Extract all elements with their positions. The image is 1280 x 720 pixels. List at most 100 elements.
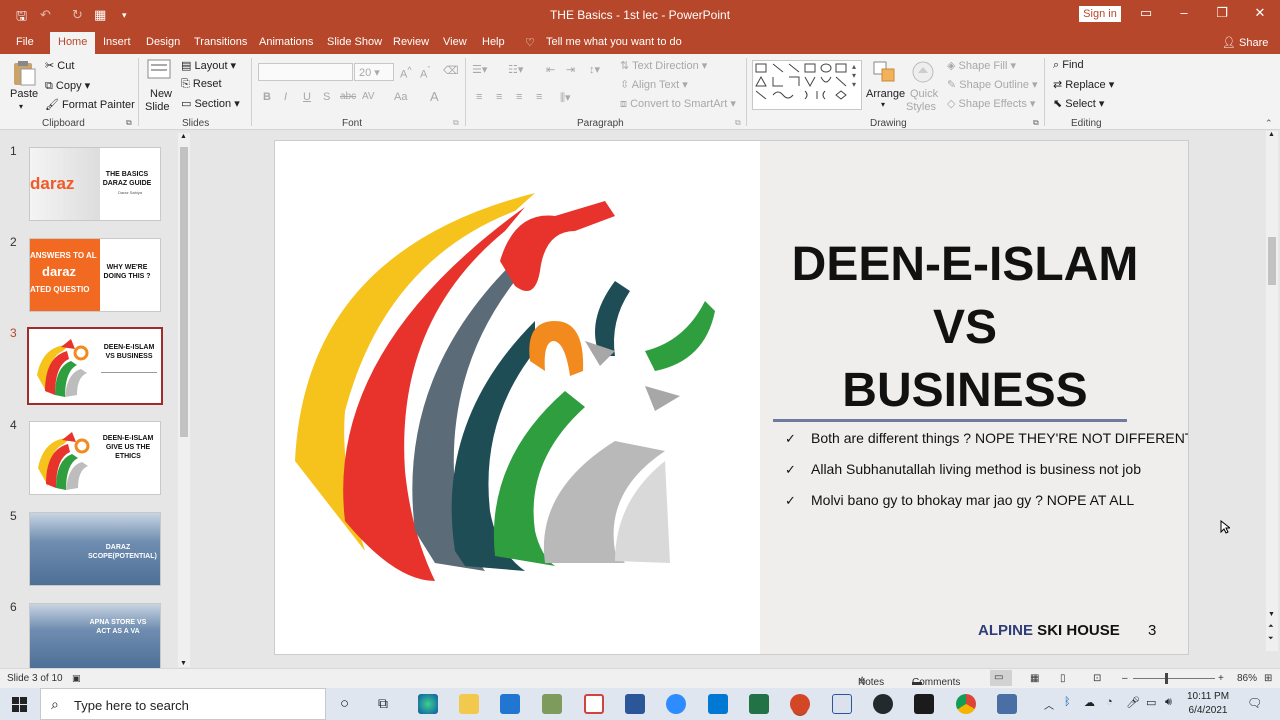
new-slide-icon[interactable] [147, 58, 173, 84]
fit-slide-icon[interactable]: ⊞ [1264, 673, 1272, 684]
arrange-button[interactable]: Arrange [866, 88, 905, 100]
notifications-icon[interactable]: 🗨︎ [1247, 696, 1262, 710]
scroll-up-icon[interactable]: ▲ [1268, 131, 1275, 138]
dialog-launcher-icon[interactable]: ⧉ [453, 118, 459, 128]
previous-slide-icon[interactable]: ⏶ [1268, 623, 1274, 631]
slide-thumbnail-4[interactable]: DEEN-E-ISLAM GIVE US THE ETHICS [29, 421, 161, 495]
taskbar-search-box[interactable]: ⌕ Type here to search [40, 688, 326, 720]
tab-transitions[interactable]: Transitions [194, 36, 247, 48]
scroll-down-icon[interactable]: ▼ [180, 660, 187, 667]
zoom-icon[interactable] [666, 694, 686, 714]
word-doc-icon[interactable] [832, 694, 852, 714]
zoom-in-icon[interactable]: + [1218, 673, 1224, 684]
tell-me-search[interactable]: Tell me what you want to do [546, 36, 682, 48]
paste-button[interactable]: Paste [10, 88, 38, 100]
close-icon[interactable]: ✕ [1250, 5, 1270, 21]
shape-fill-button[interactable]: ◈ Shape Fill ▾ [947, 59, 1016, 72]
slide-thumbnail-6[interactable]: APNA STORE VS ACT AS A VA [29, 603, 161, 669]
zoom-slider[interactable] [1133, 678, 1215, 679]
shrink-font-icon[interactable]: Aˇ [420, 65, 430, 81]
slideshow-view-icon[interactable]: ⊡ [1093, 673, 1101, 684]
ribbon-display-icon[interactable]: ▭ [1136, 5, 1156, 21]
zoom-level[interactable]: 86% [1237, 673, 1257, 684]
system-clock[interactable]: 10:11 PM 6/4/2021 [1182, 690, 1234, 718]
slide-thumbnail-2[interactable]: ANSWERS TO AL daraz ATED QUESTIO WHY WE'… [29, 238, 161, 312]
github-icon[interactable] [873, 694, 893, 714]
dialog-launcher-icon[interactable]: ⧉ [735, 118, 741, 128]
tray-expand-icon[interactable]: ︿ [1044, 697, 1054, 712]
clear-formatting-icon[interactable]: ⌫ [443, 64, 459, 77]
zoom-slider-thumb[interactable] [1165, 673, 1168, 684]
tab-insert[interactable]: Insert [103, 36, 131, 48]
scroll-down-icon[interactable]: ▼ [1268, 611, 1275, 618]
shape-effects-button[interactable]: ◇ Shape Effects ▾ [947, 97, 1035, 110]
sign-in-button[interactable]: Sign in [1079, 6, 1121, 22]
chrome-icon[interactable] [956, 694, 976, 714]
word-icon[interactable] [625, 694, 645, 714]
cloud-icon[interactable]: ☁ [1084, 696, 1095, 709]
powerpoint-icon[interactable] [790, 694, 810, 714]
app-icon[interactable] [584, 694, 604, 714]
zoom-out-icon[interactable]: – [1122, 673, 1128, 684]
slide-thumbnail-1[interactable]: daraz THE BASICS DARAZ GUIDE Daraz Sabiy… [29, 147, 161, 221]
bullet-item[interactable]: ✓ Allah Subhanutallah living method is bu… [785, 461, 1141, 478]
wifi-icon[interactable]: ◔ [1106, 696, 1113, 708]
volume-icon[interactable]: 🔊︎ [1165, 696, 1172, 709]
increase-indent-icon[interactable]: ⇥ [566, 63, 575, 76]
align-text-button[interactable]: ⇳ Align Text ▾ [620, 78, 688, 91]
tab-animations[interactable]: Animations [259, 36, 313, 48]
edge-icon[interactable] [418, 694, 438, 714]
bullet-item[interactable]: ✓ Molvi bano gy to bhokay mar jao gy ? NO… [785, 492, 1134, 509]
convert-smartart-button[interactable]: ⧈ Convert to SmartArt ▾ [620, 97, 736, 111]
tab-view[interactable]: View [443, 36, 467, 48]
grow-font-icon[interactable]: A^ [400, 65, 412, 81]
battery-icon[interactable]: ▭ [1146, 696, 1156, 709]
spelling-icon[interactable]: ▣ [72, 673, 81, 684]
arrange-dropdown-icon[interactable]: ▾ [881, 100, 885, 109]
bluetooth-icon[interactable]: ᛒ [1064, 696, 1071, 708]
cortana-icon[interactable]: ○ [340, 695, 349, 712]
bold-button[interactable]: B [263, 91, 271, 103]
mail-icon[interactable] [708, 694, 728, 714]
line-spacing-icon[interactable]: ↕▾ [589, 63, 600, 76]
numbering-icon[interactable]: ☷▾ [508, 63, 523, 76]
scroll-up-icon[interactable]: ▲ [180, 133, 187, 140]
align-left-icon[interactable]: ≡ [476, 91, 482, 103]
format-painter-button[interactable]: 🖌︎ Format Painter [45, 98, 135, 111]
slide-canvas[interactable]: DEEN-E-ISLAM VS BUSINESS ✓ Both are diffe… [274, 140, 1189, 655]
font-name-field[interactable] [258, 63, 353, 81]
gallery-scroll-icon[interactable]: ▴ ▾ ▾ [852, 62, 856, 89]
arrange-icon[interactable] [872, 60, 898, 84]
italic-button[interactable]: I [284, 91, 287, 103]
cut-button[interactable]: ✂ Cut [45, 59, 74, 72]
dialog-launcher-icon[interactable]: ⧉ [1033, 118, 1039, 128]
file-explorer-icon[interactable] [459, 694, 479, 714]
shape-outline-button[interactable]: ✎ Shape Outline ▾ [947, 78, 1038, 91]
pycharm-icon[interactable] [914, 694, 934, 714]
bullet-item[interactable]: ✓ Both are different things ? NOPE THEY'R… [785, 430, 1188, 447]
slide-sorter-icon[interactable]: ▦ [1030, 673, 1039, 684]
strikethrough-button[interactable]: abc [340, 91, 356, 102]
slide-thumbnail-5[interactable]: DARAZ SCOPE(POTENTIAL) [29, 512, 161, 586]
quick-styles-label[interactable]: Styles [906, 101, 936, 113]
copy-button[interactable]: ⧉ Copy ▾ [45, 79, 90, 93]
scroll-thumb[interactable] [180, 147, 188, 437]
char-spacing-button[interactable]: AV [362, 91, 375, 102]
find-button[interactable]: ⌕ Find [1053, 59, 1084, 72]
select-button[interactable]: ⬉ Select ▾ [1053, 97, 1104, 110]
new-slide-button[interactable]: New [150, 88, 172, 100]
tab-help[interactable]: Help [482, 36, 505, 48]
quick-styles-button[interactable]: Quick [910, 88, 938, 100]
store-icon[interactable] [500, 694, 520, 714]
tab-review[interactable]: Review [393, 36, 429, 48]
bullets-icon[interactable]: ☰▾ [472, 63, 487, 76]
align-right-icon[interactable]: ≡ [516, 91, 522, 103]
change-case-button[interactable]: Aa [394, 91, 407, 103]
columns-icon[interactable]: ⫼▾ [560, 91, 571, 105]
tab-slideshow[interactable]: Slide Show [327, 36, 382, 48]
text-direction-button[interactable]: ⇅ Text Direction ▾ [620, 59, 707, 72]
reset-button[interactable]: ⎘ Reset [181, 78, 222, 91]
collapse-ribbon-icon[interactable]: ⌃ [1265, 118, 1273, 129]
maximize-icon[interactable]: ❐ [1212, 5, 1232, 21]
next-slide-icon[interactable]: ⏷ [1268, 635, 1274, 643]
